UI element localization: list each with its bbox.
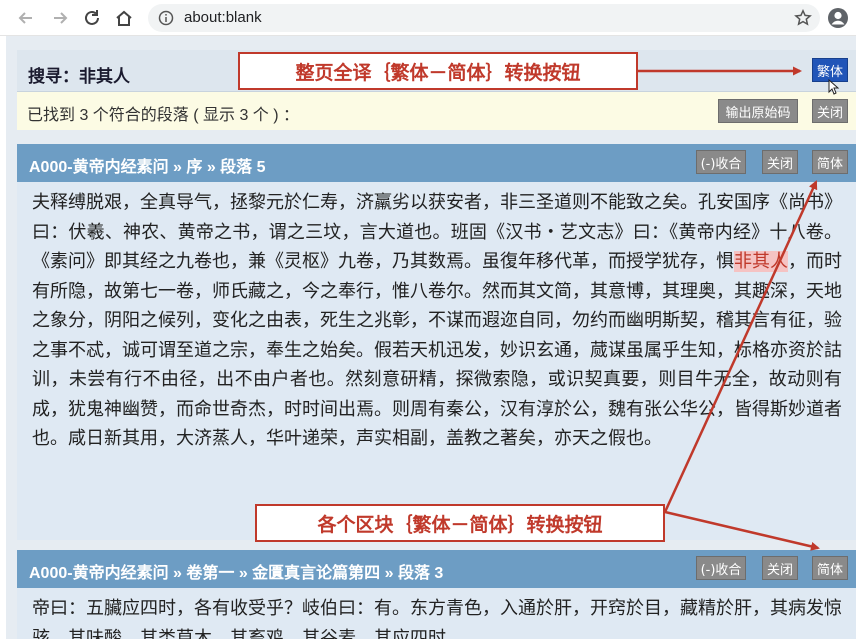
block-convert-button[interactable]: 简体 [812, 150, 848, 174]
back-arrow-icon[interactable] [14, 6, 38, 30]
block-header: A000-黄帝内经素问 » 卷第一 » 金匱真言论篇第四 » 段落 3 (-)收… [17, 550, 856, 588]
paragraph-text: 帝曰：五臟应四时，各有收受乎？岐伯曰：有。东方青色，入通於肝，开窍於目，藏精於肝… [32, 594, 842, 639]
account-avatar-icon[interactable] [826, 6, 850, 30]
home-icon[interactable] [112, 6, 136, 30]
reload-icon[interactable] [80, 6, 104, 30]
browser-toolbar: about:blank [0, 0, 856, 36]
collapse-button[interactable]: (-)收合 [696, 150, 746, 174]
block-header: A000-黄帝内经素问 » 序 » 段落 5 (-)收合 关闭 简体 [17, 144, 856, 182]
collapse-button[interactable]: (-)收合 [696, 556, 746, 580]
paragraph-text-before: 夫释缚脱艰，全真导气，拯黎元於仁寿，济羸劣以获安者，非三圣道则不能致之矣。孔安国… [32, 192, 842, 272]
paragraph-text-after: ，而时有所隐，故第七一卷，师氏藏之，今之奉行，惟八卷尔。然而其文简，其意博，其理… [32, 251, 842, 449]
close-block-button[interactable]: 关闭 [762, 556, 798, 580]
search-highlight: 非其人 [734, 251, 788, 272]
search-title: 搜寻：非其人 [28, 67, 130, 86]
export-source-button[interactable]: 输出原始码 [718, 99, 798, 123]
info-icon[interactable] [158, 10, 174, 30]
address-url: about:blank [184, 9, 262, 26]
result-summary: 已找到 3 个符合的段落 ( 显示 3 个 ) ： [27, 107, 300, 124]
forward-arrow-icon[interactable] [48, 6, 72, 30]
block-title[interactable]: A000-黄帝内经素问 » 卷第一 » 金匱真言论篇第四 » 段落 3 [29, 559, 443, 583]
block-title[interactable]: A000-黄帝内经素问 » 序 » 段落 5 [29, 153, 266, 177]
paragraph-text-before: 帝曰：五臟应四时，各有收受乎？岐伯曰：有。东方青色，入通於肝，开窍於目，藏精於肝… [32, 598, 842, 639]
paragraph-text: 夫释缚脱艰，全真导气，拯黎元於仁寿，济羸劣以获安者，非三圣道则不能致之矣。孔安国… [32, 188, 842, 454]
result-summary-bar: 已找到 3 个符合的段落 ( 显示 3 个 ) ： 输出原始码 关闭 [17, 92, 856, 130]
page-content: 搜寻：非其人 繁体 已找到 3 个符合的段落 ( 显示 3 个 ) ： 输出原始… [6, 36, 856, 639]
page-convert-button[interactable]: 繁体 [812, 58, 848, 82]
block-body: 帝曰：五臟应四时，各有收受乎？岐伯曰：有。东方青色，入通於肝，开窍於目，藏精於肝… [17, 588, 856, 639]
block-convert-callout: 各个区块｛繁体－简体｝转换按钮 [255, 504, 665, 542]
close-block-button[interactable]: 关闭 [762, 150, 798, 174]
block-body: 夫释缚脱艰，全真导气，拯黎元於仁寿，济羸劣以获安者，非三圣道则不能致之矣。孔安国… [17, 182, 856, 540]
page-convert-callout: 整页全译｛繁体－简体｝转换按钮 [238, 52, 638, 90]
block-convert-button[interactable]: 简体 [812, 556, 848, 580]
address-bar[interactable]: about:blank [148, 4, 820, 32]
close-results-button[interactable]: 关闭 [812, 99, 848, 123]
bookmark-star-icon[interactable] [794, 8, 812, 31]
